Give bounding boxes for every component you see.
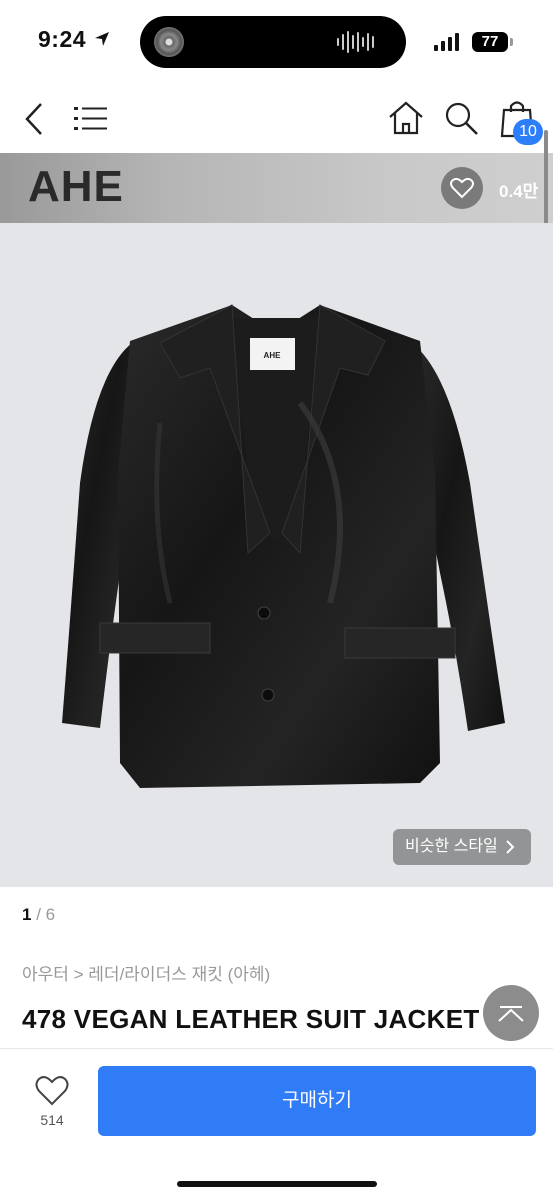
location-arrow-icon <box>94 32 109 46</box>
category-breadcrumb[interactable]: 아우터 > 레더/라이더스 재킷 (아헤) <box>22 960 270 985</box>
battery-cap <box>510 38 513 46</box>
similar-style-button[interactable]: 비슷한 스타일 <box>393 829 531 865</box>
battery-indicator: 77 <box>472 32 508 52</box>
scroll-to-top-button[interactable] <box>483 985 539 1041</box>
audio-wave-icon <box>337 30 374 54</box>
bottom-bar-divider <box>0 1048 553 1049</box>
search-icon[interactable] <box>444 101 480 137</box>
product-title: 478 VEGAN LEATHER SUIT JACKET <box>22 1004 480 1034</box>
wish-count: 514 <box>40 1112 64 1128</box>
home-indicator <box>177 1181 377 1187</box>
status-time: 9:24 <box>38 26 111 53</box>
image-pager: 1 / 6 <box>22 905 56 924</box>
chevron-right-icon <box>506 840 515 854</box>
back-chevron-icon[interactable] <box>22 101 48 137</box>
home-icon[interactable] <box>387 100 425 136</box>
album-art-icon <box>154 27 184 57</box>
dynamic-island <box>140 16 406 68</box>
scrollbar[interactable] <box>544 130 548 225</box>
menu-list-icon[interactable] <box>74 105 108 133</box>
leather-jacket-image: AHE <box>62 304 505 788</box>
buy-button[interactable]: 구매하기 <box>98 1066 536 1136</box>
brand-like-count: 0.4만 <box>499 182 539 201</box>
signal-icon <box>434 33 459 51</box>
arrow-up-icon <box>498 1006 524 1022</box>
cart-count-badge[interactable]: 10 <box>513 119 543 145</box>
brand-like-button[interactable] <box>441 167 483 209</box>
brand-name[interactable]: AHE <box>28 162 124 212</box>
product-image[interactable]: AHE <box>0 223 553 887</box>
heart-icon <box>450 177 474 199</box>
garment-label-text: AHE <box>264 351 282 360</box>
wish-heart-icon[interactable] <box>34 1074 70 1108</box>
